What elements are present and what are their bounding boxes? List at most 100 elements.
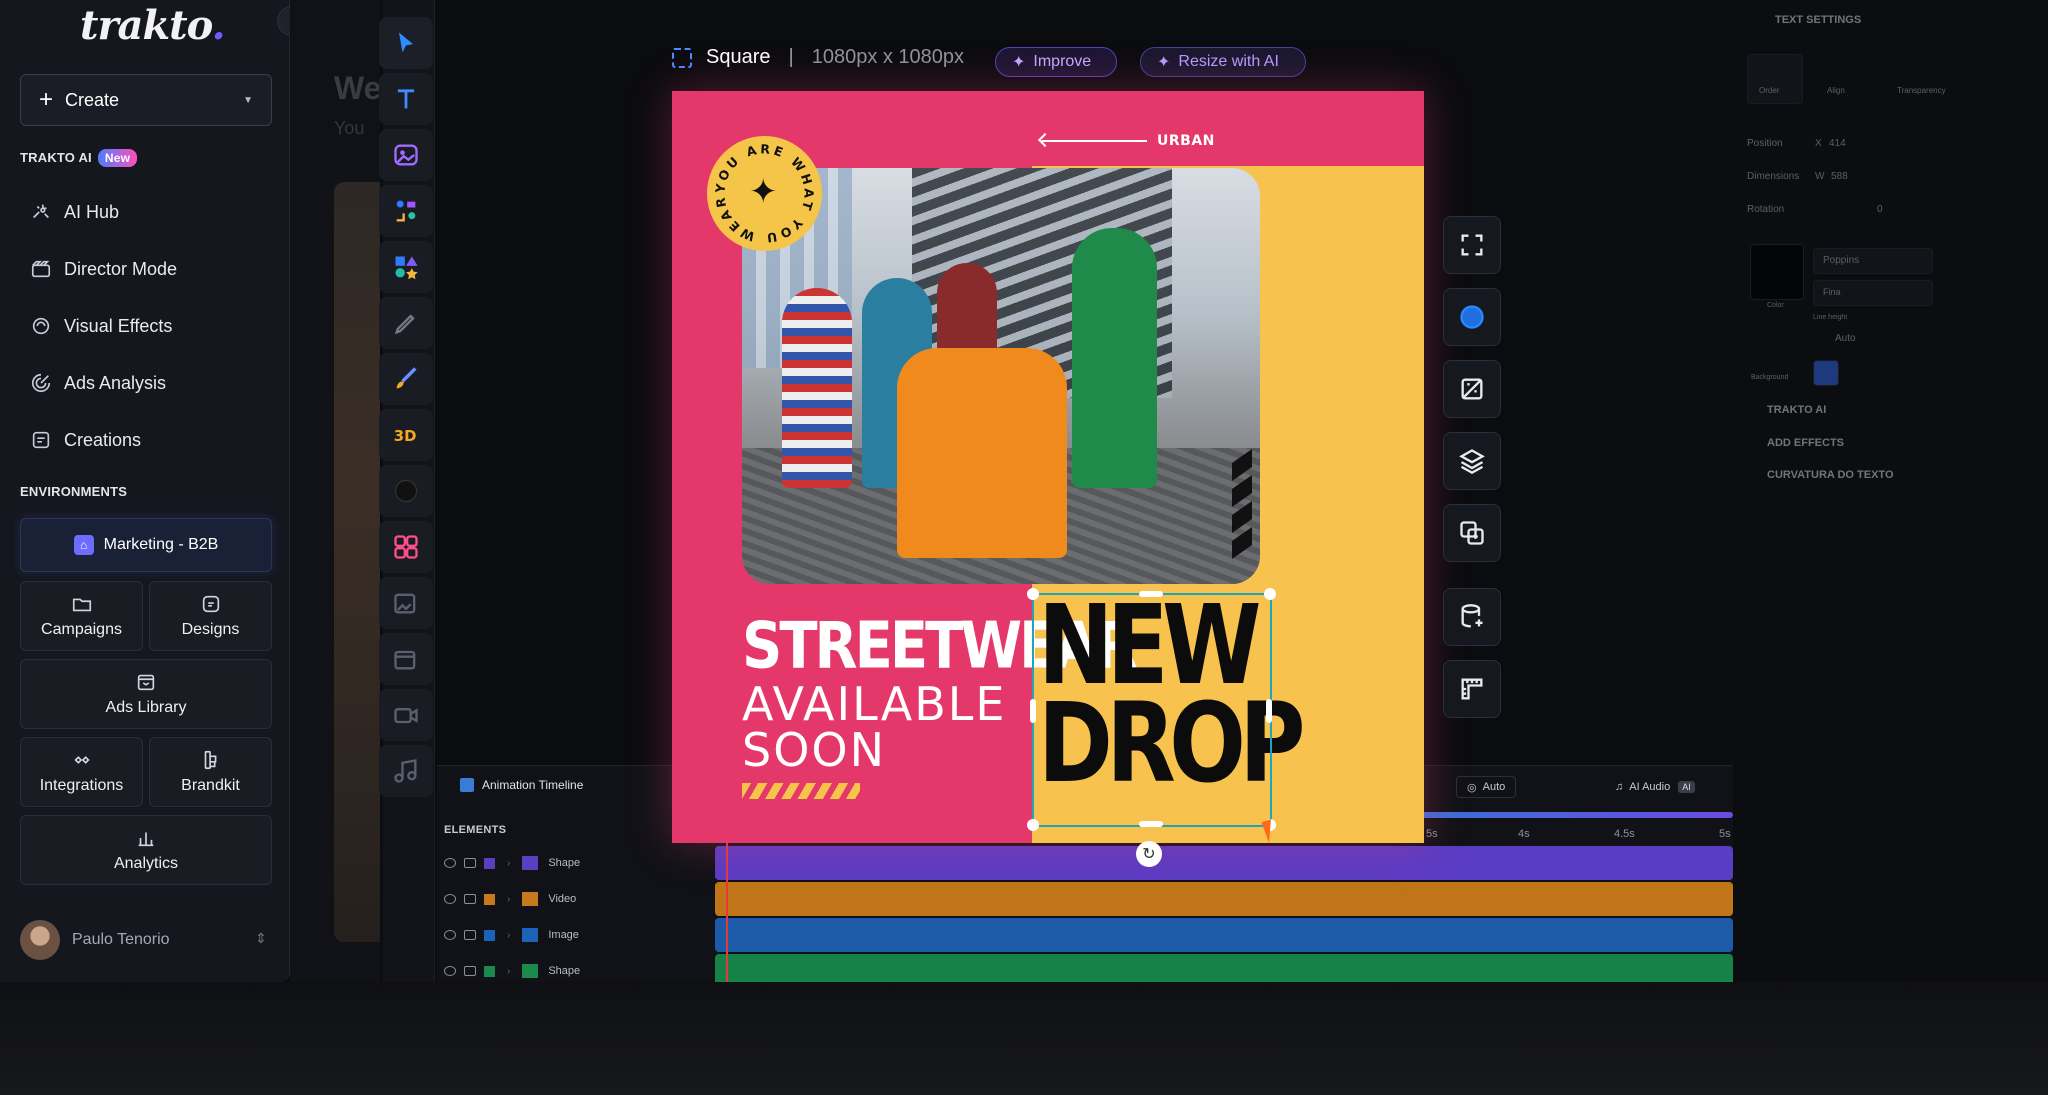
resize-handle[interactable] — [1030, 699, 1036, 723]
selection-box[interactable] — [1027, 588, 1276, 831]
text-settings-panel: TEXT SETTINGS Order Align Transparency P… — [1735, 0, 2048, 1010]
transparency-label[interactable]: Transparency — [1897, 86, 1946, 95]
available-soon-text[interactable]: AVAILABLE SOON — [742, 681, 1007, 773]
data-button[interactable] — [1443, 588, 1501, 646]
align-left-button[interactable] — [1813, 360, 1839, 386]
nav-creations[interactable]: Creations — [28, 427, 141, 453]
nav-ai-hub[interactable]: AI Hub — [28, 199, 119, 225]
section-add-effects[interactable]: ADD EFFECTS — [1767, 437, 1844, 449]
shapes-icon — [395, 256, 418, 280]
tab-animation-timeline[interactable]: Animation Timeline — [460, 778, 583, 792]
designs-icon — [202, 595, 219, 613]
timeline-track-bar[interactable] — [715, 846, 1733, 880]
library-icon — [137, 674, 155, 691]
resize-handle[interactable] — [1266, 699, 1272, 723]
auto-button[interactable]: ◎ Auto — [1456, 776, 1517, 798]
brush-tool[interactable] — [379, 353, 433, 405]
audio-tool[interactable] — [379, 745, 433, 797]
layers-button[interactable] — [1443, 432, 1501, 490]
shape-button[interactable] — [1443, 288, 1501, 346]
eye-icon[interactable] — [444, 930, 456, 940]
position-x-input[interactable]: 414 — [1829, 138, 1846, 149]
environment-selector[interactable]: ⌂ Marketing - B2B — [20, 518, 272, 572]
ruler-button[interactable] — [1443, 660, 1501, 718]
lock-icon[interactable] — [464, 930, 476, 940]
lock-icon[interactable] — [464, 894, 476, 904]
user-menu[interactable]: Paulo Tenorio ⇕ — [20, 920, 267, 960]
shapes-tool[interactable] — [379, 241, 433, 293]
timeline-row[interactable]: › Video — [444, 884, 576, 914]
3d-icon: 3D — [394, 427, 417, 445]
ai-image-tool[interactable] — [379, 577, 433, 629]
texture-tool[interactable] — [379, 465, 433, 517]
chevron-right-icon[interactable]: › — [507, 966, 510, 977]
fit-screen-button[interactable] — [1443, 216, 1501, 274]
width-input[interactable]: 588 — [1831, 171, 1848, 182]
format-label[interactable]: Square — [706, 46, 771, 69]
section-trakto-ai[interactable]: TRAKTO AI — [1767, 404, 1826, 416]
line-height-input[interactable]: Auto — [1835, 333, 1856, 344]
templates-tool[interactable] — [379, 521, 433, 573]
timeline-row[interactable]: › Shape — [444, 848, 580, 878]
home-icon: ⌂ — [73, 535, 94, 555]
image-tool[interactable] — [379, 129, 433, 181]
color-swatch[interactable] — [1750, 244, 1804, 300]
screen-bottom — [0, 982, 2048, 1095]
text-icon — [397, 89, 415, 109]
chevron-right-icon[interactable]: › — [507, 930, 510, 941]
text-tool[interactable] — [379, 73, 433, 125]
video-tool[interactable] — [379, 689, 433, 741]
section-text-curvature[interactable]: CURVATURA DO TEXTO — [1767, 469, 1894, 481]
tile-campaigns[interactable]: Campaigns — [20, 581, 143, 651]
chevron-right-icon[interactable]: › — [507, 858, 510, 869]
timeline-track-bar[interactable] — [715, 918, 1733, 952]
nav-ads-analysis[interactable]: Ads Analysis — [28, 370, 166, 396]
lock-icon[interactable] — [464, 966, 476, 976]
rotate-handle[interactable]: ↻ — [1136, 841, 1162, 867]
background-image — [334, 182, 380, 942]
resize-with-ai-button[interactable]: ✦ Resize with AI — [1140, 47, 1306, 77]
ai-video-tool[interactable] — [379, 633, 433, 685]
elements-heading: ELEMENTS — [444, 824, 507, 836]
tile-ads-library[interactable]: Ads Library — [20, 659, 272, 729]
resize-handle[interactable] — [1027, 819, 1039, 831]
urban-label[interactable]: URBAN — [1042, 133, 1215, 149]
ai-audio-button[interactable]: ♫ AI Audio AI — [1605, 776, 1705, 798]
trakto-logo[interactable]: trakto. — [80, 2, 226, 49]
environments-heading: ENVIRONMENTS — [20, 484, 128, 499]
eye-icon[interactable] — [444, 894, 456, 904]
timeline-track-bar[interactable] — [715, 882, 1733, 916]
eye-icon[interactable] — [444, 858, 456, 868]
create-button[interactable]: + Create ▼ — [20, 74, 272, 126]
nav-visual-effects[interactable]: Visual Effects — [28, 313, 172, 339]
resize-handle[interactable] — [1264, 588, 1276, 600]
select-tool[interactable] — [379, 17, 433, 69]
timeline-row[interactable]: › Image — [444, 920, 579, 950]
folder-icon — [72, 598, 91, 612]
resize-handle[interactable] — [1139, 821, 1163, 827]
tile-designs[interactable]: Designs — [149, 581, 272, 651]
chevron-right-icon[interactable]: › — [507, 894, 510, 905]
elements-tool[interactable] — [379, 185, 433, 237]
resize-handle[interactable] — [1139, 591, 1163, 597]
ruler-icon — [1461, 678, 1483, 700]
tile-integrations[interactable]: Integrations — [20, 737, 143, 807]
nav-director-mode[interactable]: Director Mode — [28, 256, 177, 282]
plus-icon: + — [39, 86, 54, 113]
eye-icon[interactable] — [444, 966, 456, 976]
arrow-left-icon — [1042, 140, 1147, 142]
you-are-what-you-wear-badge[interactable]: YOU ARE WHAT YOU WEAR ✦ — [707, 136, 822, 251]
lock-icon[interactable] — [464, 858, 476, 868]
align-label[interactable]: Align — [1827, 86, 1845, 95]
design-canvas[interactable]: URBAN YOU ARE WHAT YOU WEAR ✦ STREETWEAR… — [672, 91, 1424, 843]
draw-tool[interactable] — [379, 297, 433, 349]
tile-brandkit[interactable]: Brandkit — [149, 737, 272, 807]
resize-handle[interactable] — [1027, 588, 1039, 600]
3d-tool[interactable]: 3D — [379, 409, 433, 461]
order-button[interactable] — [1747, 54, 1803, 104]
duplicate-button[interactable] — [1443, 504, 1501, 562]
rotation-input[interactable]: 0 — [1877, 204, 1883, 215]
tile-analytics[interactable]: Analytics — [20, 815, 272, 885]
transparency-button[interactable] — [1443, 360, 1501, 418]
improve-button[interactable]: ✦ Improve — [995, 47, 1117, 77]
